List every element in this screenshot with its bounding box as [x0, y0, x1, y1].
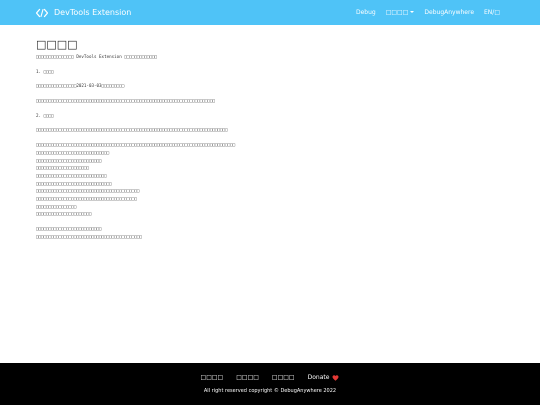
section-2-paragraph: □□□□□□□□□□□□□□□□□□□□□□□□□□□□□□□□□□□□□□□□…: [36, 127, 228, 133]
list-item: □□□□□□□□□□□□□□□□□□□□□□□□□□□□□□: [36, 180, 112, 186]
list-item: □□□□□□□□□□□□□□□□□□□□□□□□□□□□□□□□□□□□□□□□: [36, 195, 137, 201]
nav-link-language[interactable]: EN/□: [484, 9, 500, 16]
copyright-text: All right reserved copyright © DebugAnyw…: [203, 388, 337, 394]
footer-link-3[interactable]: □□□□: [272, 374, 295, 381]
nav-links: Debug □□□□ DebugAnywhere EN/□: [356, 0, 500, 25]
list-item: □□□□□□□□□□□□□□□□□□□□□□□□□□□□□: [36, 149, 110, 155]
section-1-line-1: □□□□□□□□□□□□□□□□2021-03-03□□□□□□□□□: [36, 83, 125, 89]
section-2-heading: 2. □□□□: [36, 112, 54, 118]
donate-label: Donate: [307, 374, 330, 381]
brand-link[interactable]: DevTools Extension: [36, 0, 131, 25]
footer-link-1[interactable]: □□□□: [201, 374, 224, 381]
top-navbar: DevTools Extension Debug □□□□ DebugAnywh…: [0, 0, 540, 25]
intro-text: □□□□□□□□□□□□□□□ DevTools Extension □□□□□…: [36, 54, 158, 59]
page-title: □□□□: [36, 38, 78, 51]
section-1-heading: 1. □□□□: [36, 68, 54, 74]
nav-link-debug[interactable]: Debug: [356, 9, 376, 16]
list-item: □□□□□□□□□□□□□□□□: [36, 203, 77, 209]
footer-link-2[interactable]: □□□□: [236, 374, 259, 381]
footer-links: □□□□ □□□□ □□□□ Donate: [0, 374, 540, 381]
list-item: □□□□□□□□□□□□□□□□□□□□□□□□□□□□□□□□□□□□□□□□…: [36, 188, 140, 194]
nav-dropdown-toggle[interactable]: □□□□: [386, 9, 415, 16]
closing-line-1: □□□□□□□□□□□□□□□□□□□□□□□□□□: [36, 226, 102, 231]
heart-icon: [332, 374, 339, 381]
brand-name: DevTools Extension: [54, 8, 132, 17]
list-item: □□□□□□□□□□□□□□□□□□□□□□: [36, 211, 92, 217]
nav-dropdown-label: □□□□: [385, 9, 409, 16]
list-lead: □□□□□□□□□□□□□□□□□□□□□□□□□□□□□□□□□□□□□□□□…: [36, 142, 236, 148]
caret-down-icon: [410, 11, 415, 13]
closing-line-2: □□□□□□□□□□□□□□□□□□□□□□□□□□□□□□□□□□□□□□□□…: [36, 233, 142, 239]
site-footer: □□□□ □□□□ □□□□ Donate All right reserved…: [0, 363, 540, 405]
section-1-line-2: □□□□□□□□□□□□□□□□□□□□□□□□□□□□□□□□□□□□□□□□…: [36, 98, 215, 104]
list-item: □□□□□□□□□□□□□□□□□□□□□□□□□□□□: [36, 172, 107, 178]
code-brackets-icon: [36, 8, 48, 17]
list-item: □□□□□□□□□□□□□□□□□□□□□□□□□□: [36, 157, 102, 163]
list-item: □□□□□□□□□□□□□□□□□□□□□: [36, 165, 89, 171]
privacy-content: □□□□ □□□□□□□□□□□□□□□ DevTools Extension …: [36, 38, 506, 240]
donate-link[interactable]: Donate: [308, 374, 340, 381]
nav-link-debuganywhere[interactable]: DebugAnywhere: [424, 9, 474, 16]
